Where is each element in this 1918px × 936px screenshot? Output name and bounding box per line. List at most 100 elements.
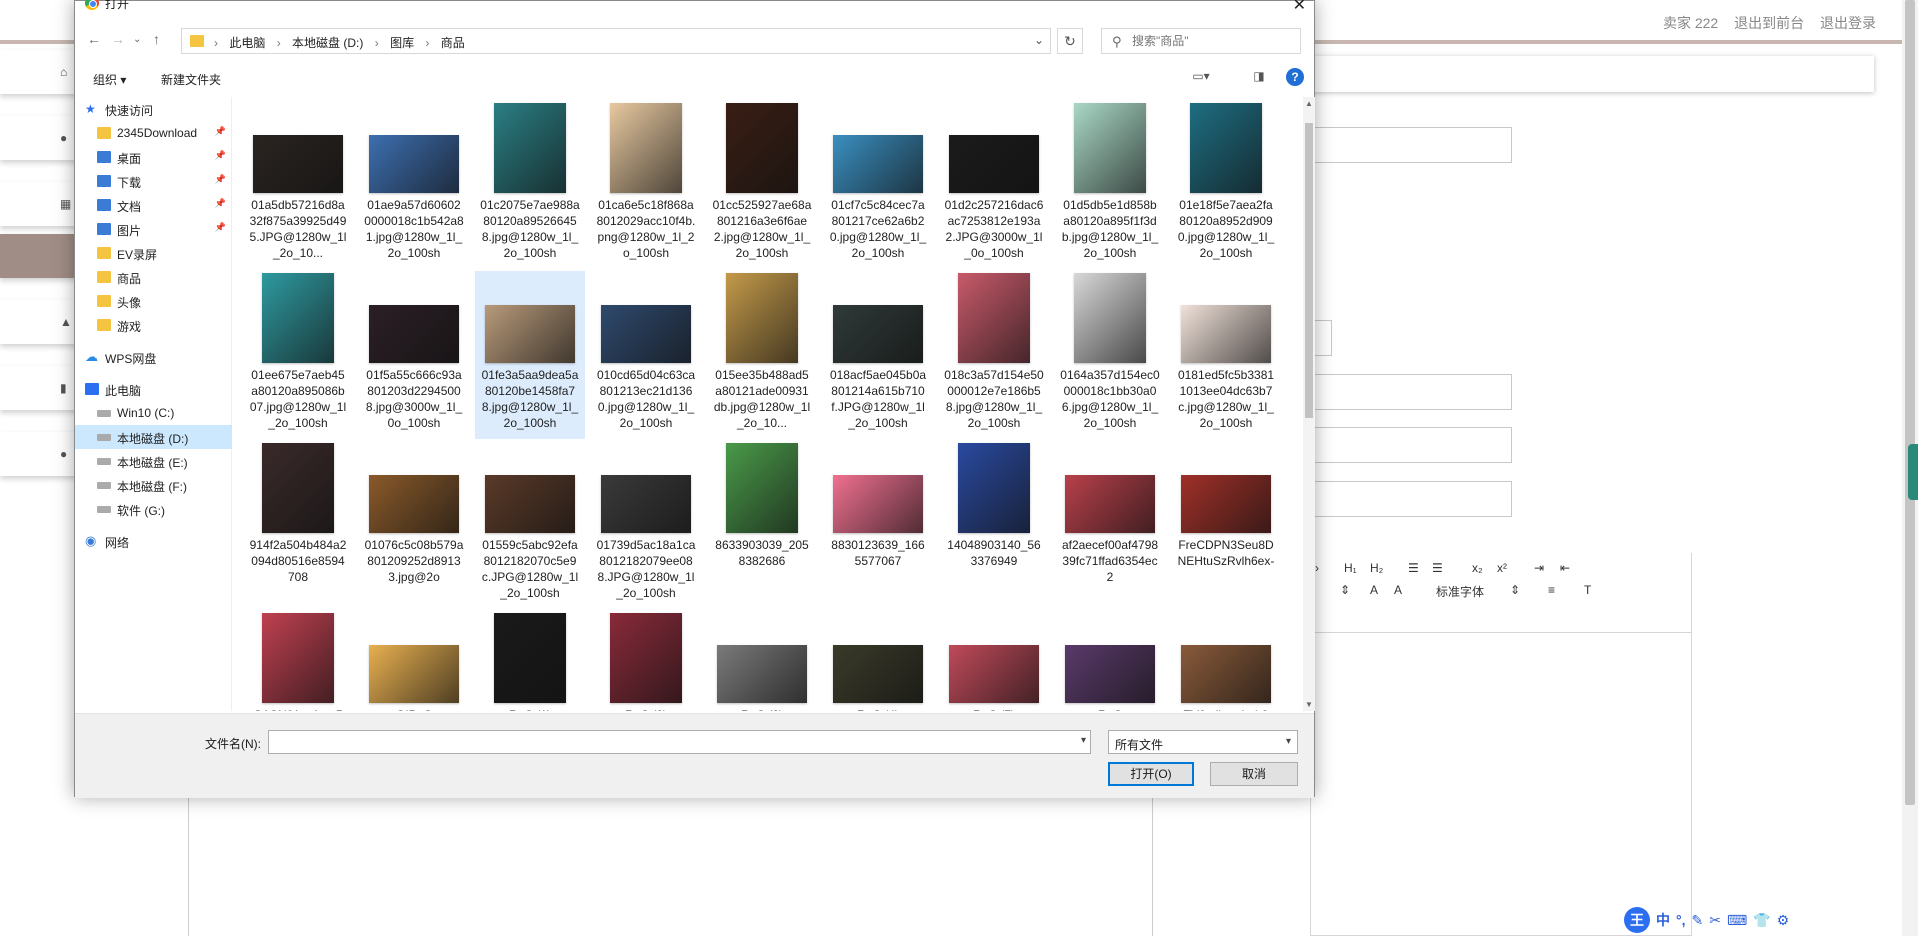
search-input[interactable] <box>1132 32 1296 50</box>
sidebar-item[interactable]: 软件 (G:) <box>75 497 232 521</box>
file-item[interactable]: 01559c5abc92efa8012182070c5e9c.JPG@1280w… <box>475 441 585 609</box>
scroll-down-icon[interactable]: ▼ <box>1305 700 1313 709</box>
sidebar-item[interactable]: 图片 📌 <box>75 217 232 241</box>
file-item[interactable]: TV0tqlhuvdrnh0 <box>1171 611 1281 711</box>
sidebar-item[interactable]: 商品 <box>75 265 232 289</box>
file-item[interactable]: R_C (5) <box>939 611 1049 711</box>
file-item[interactable]: 01ae9a57d606020000018c1b542a81.jpg@1280w… <box>359 101 469 269</box>
file-item[interactable]: 01cc525927ae68a801216a3e6f6ae2.jpg@1280w… <box>707 101 817 269</box>
form-input[interactable] <box>1310 481 1512 517</box>
sidebar-item[interactable]: 桌面 📌 <box>75 145 232 169</box>
sidebar-item[interactable]: ★ 快速访问 <box>75 97 232 121</box>
clear-format-icon[interactable]: T <box>1584 583 1591 597</box>
file-item[interactable]: QIP_C <box>359 611 469 711</box>
file-item[interactable]: 01e18f5e7aea2fa80120a8952d9090.jpg@1280w… <box>1171 101 1281 269</box>
font-family-select[interactable]: 标准字体 <box>1436 583 1484 600</box>
up-arrow-icon[interactable]: ↑ <box>153 31 160 47</box>
scrollbar-thumb[interactable] <box>1305 123 1313 418</box>
ime-skin-icon[interactable]: 👕 <box>1753 912 1770 929</box>
page-scrollbar-thumb[interactable] <box>1905 0 1915 805</box>
file-item[interactable]: 01f5a55c666c93a801203d22945008.jpg@3000w… <box>359 271 469 439</box>
background-color-icon[interactable]: A <box>1394 583 1402 597</box>
cancel-button[interactable]: 取消 <box>1210 762 1298 786</box>
file-item[interactable]: 01cf7c5c84cec7a801217ce62a6b20.jpg@1280w… <box>823 101 933 269</box>
close-button[interactable]: ✕ <box>1293 0 1306 15</box>
file-item[interactable]: 015ee35b488ad5a80121ade00931db.jpg@1280w… <box>707 271 817 439</box>
ime-punct-icon[interactable]: °, <box>1676 912 1686 928</box>
view-options-icon[interactable]: ▭▾ <box>1191 69 1211 87</box>
back-to-frontend-link[interactable]: 退出到前台 <box>1734 15 1804 31</box>
file-type-select[interactable]: 所有文件 ▾ <box>1108 730 1298 754</box>
file-item[interactable]: R_C <box>1055 611 1165 711</box>
file-item[interactable]: R_C (1) <box>475 611 585 711</box>
ordered-list-icon[interactable]: ☰ <box>1408 561 1419 575</box>
sidebar-item[interactable]: 此电脑 <box>75 377 232 401</box>
font-color-icon[interactable]: A <box>1370 583 1378 597</box>
breadcrumb-gallery[interactable]: 图库 <box>390 36 414 50</box>
sidebar-item[interactable]: 本地磁盘 (D:) <box>75 425 232 449</box>
sidebar-item[interactable]: 游戏 <box>75 313 232 337</box>
subscript-button[interactable]: x₂ <box>1472 561 1483 575</box>
file-item[interactable]: 0164a357d154ec0000018c1bb30a06.jpg@1280w… <box>1055 271 1165 439</box>
outdent-icon[interactable]: ⇤ <box>1560 561 1570 575</box>
file-item[interactable]: 01739d5ac18a1ca8012182079ee088.JPG@1280w… <box>591 441 701 609</box>
file-item[interactable]: R_C (2) <box>591 611 701 711</box>
help-button[interactable]: ? <box>1286 68 1304 86</box>
chevron-right-icon[interactable]: › <box>1315 561 1319 575</box>
stepper-icon[interactable]: ⇕ <box>1510 583 1520 597</box>
file-item[interactable]: 018acf5ae045b0a801214a615b710f.JPG@1280w… <box>823 271 933 439</box>
file-item[interactable]: 8830123639_1665577067 <box>823 441 933 609</box>
file-list-scrollbar[interactable]: ▲ ▼ <box>1303 97 1315 711</box>
file-item[interactable]: 01d2c257216dac6ac7253812e193a2.JPG@3000w… <box>939 101 1049 269</box>
ime-pen-icon[interactable]: ✎ <box>1692 912 1704 929</box>
file-item[interactable]: 0181ed5fc5b33811013ee04dc63b7c.jpg@1280w… <box>1171 271 1281 439</box>
ime-keyboard-icon[interactable]: ⌨ <box>1727 912 1747 929</box>
sidebar-item[interactable]: 本地磁盘 (E:) <box>75 449 232 473</box>
chevron-down-icon[interactable]: ⌄ <box>1034 33 1044 47</box>
ime-mode[interactable]: 中 <box>1656 910 1670 930</box>
sidebar-item[interactable]: Win10 (C:) <box>75 401 232 425</box>
heading2-button[interactable]: H₂ <box>1370 561 1383 575</box>
file-item[interactable]: 01d5db5e1d858ba80120a895f1f3db.jpg@1280w… <box>1055 101 1165 269</box>
sidebar-item[interactable]: 文档 📌 <box>75 193 232 217</box>
file-item[interactable]: 01a5db57216d8a32f875a39925d495.JPG@1280w… <box>243 101 353 269</box>
sidebar-item[interactable]: 下载 📌 <box>75 169 232 193</box>
align-left-icon[interactable]: ≡ <box>1548 583 1555 597</box>
file-item[interactable]: R_C (4) <box>823 611 933 711</box>
file-item[interactable]: FreCDPN3Seu8DNEHtuSzRvlh6ex- <box>1171 441 1281 609</box>
refresh-button[interactable]: ↻ <box>1057 28 1083 54</box>
new-folder-button[interactable]: 新建文件夹 <box>161 71 221 88</box>
recent-locations-icon[interactable]: ⌄ <box>133 34 141 45</box>
sidebar-item[interactable]: 本地磁盘 (F:) <box>75 473 232 497</box>
breadcrumb-this-pc[interactable]: 此电脑 <box>229 36 265 50</box>
file-item[interactable]: 01c2075e7ae988a80120a895266458.jpg@1280w… <box>475 101 585 269</box>
form-input[interactable] <box>1310 427 1512 463</box>
file-item[interactable]: 01fe3a5aa9dea5a80120be1458fa78.jpg@1280w… <box>475 271 585 439</box>
logout-link[interactable]: 退出登录 <box>1820 15 1876 31</box>
sidebar-item[interactable]: ◉ 网络 <box>75 529 232 553</box>
ime-settings-icon[interactable]: ⚙ <box>1777 912 1790 929</box>
superscript-button[interactable]: x² <box>1497 561 1507 575</box>
breadcrumb-products[interactable]: 商品 <box>441 36 465 50</box>
file-item[interactable]: 914f2a504b484a2094d80516e8594708 <box>243 441 353 609</box>
forward-arrow-icon[interactable]: → <box>111 31 125 47</box>
filename-input[interactable]: ▾ <box>268 730 1091 754</box>
preview-pane-icon[interactable]: ◨ <box>1249 69 1269 87</box>
sidebar-item[interactable]: 头像 <box>75 289 232 313</box>
back-arrow-icon[interactable]: ← <box>87 31 101 47</box>
heading1-button[interactable]: H₁ <box>1344 561 1357 575</box>
indent-icon[interactable]: ⇥ <box>1534 561 1544 575</box>
scroll-up-icon[interactable]: ▲ <box>1305 99 1313 108</box>
ime-logo[interactable]: 王 <box>1624 907 1650 933</box>
stepper-icon[interactable]: ⇕ <box>1340 583 1350 597</box>
file-item[interactable]: 8633903039_2058382686 <box>707 441 817 609</box>
side-tab[interactable] <box>1908 444 1918 500</box>
search-box[interactable]: ⚲ <box>1101 28 1301 54</box>
file-item[interactable]: 018c3a57d154e50000012e7e186b58.jpg@1280w… <box>939 271 1049 439</box>
unordered-list-icon[interactable]: ☰ <box>1432 561 1443 575</box>
sidebar-item[interactable]: 2345Download 📌 <box>75 121 232 145</box>
file-item[interactable]: 010cd65d04c63ca801213ec21d1360.jpg@1280w… <box>591 271 701 439</box>
open-button[interactable]: 打开(O) <box>1108 762 1194 786</box>
address-bar[interactable]: › 此电脑 › 本地磁盘 (D:) › 图库 › 商品 ⌄ <box>181 28 1051 54</box>
file-item[interactable]: af2aecef00af479839fc71ffad6354ec2 <box>1055 441 1165 609</box>
